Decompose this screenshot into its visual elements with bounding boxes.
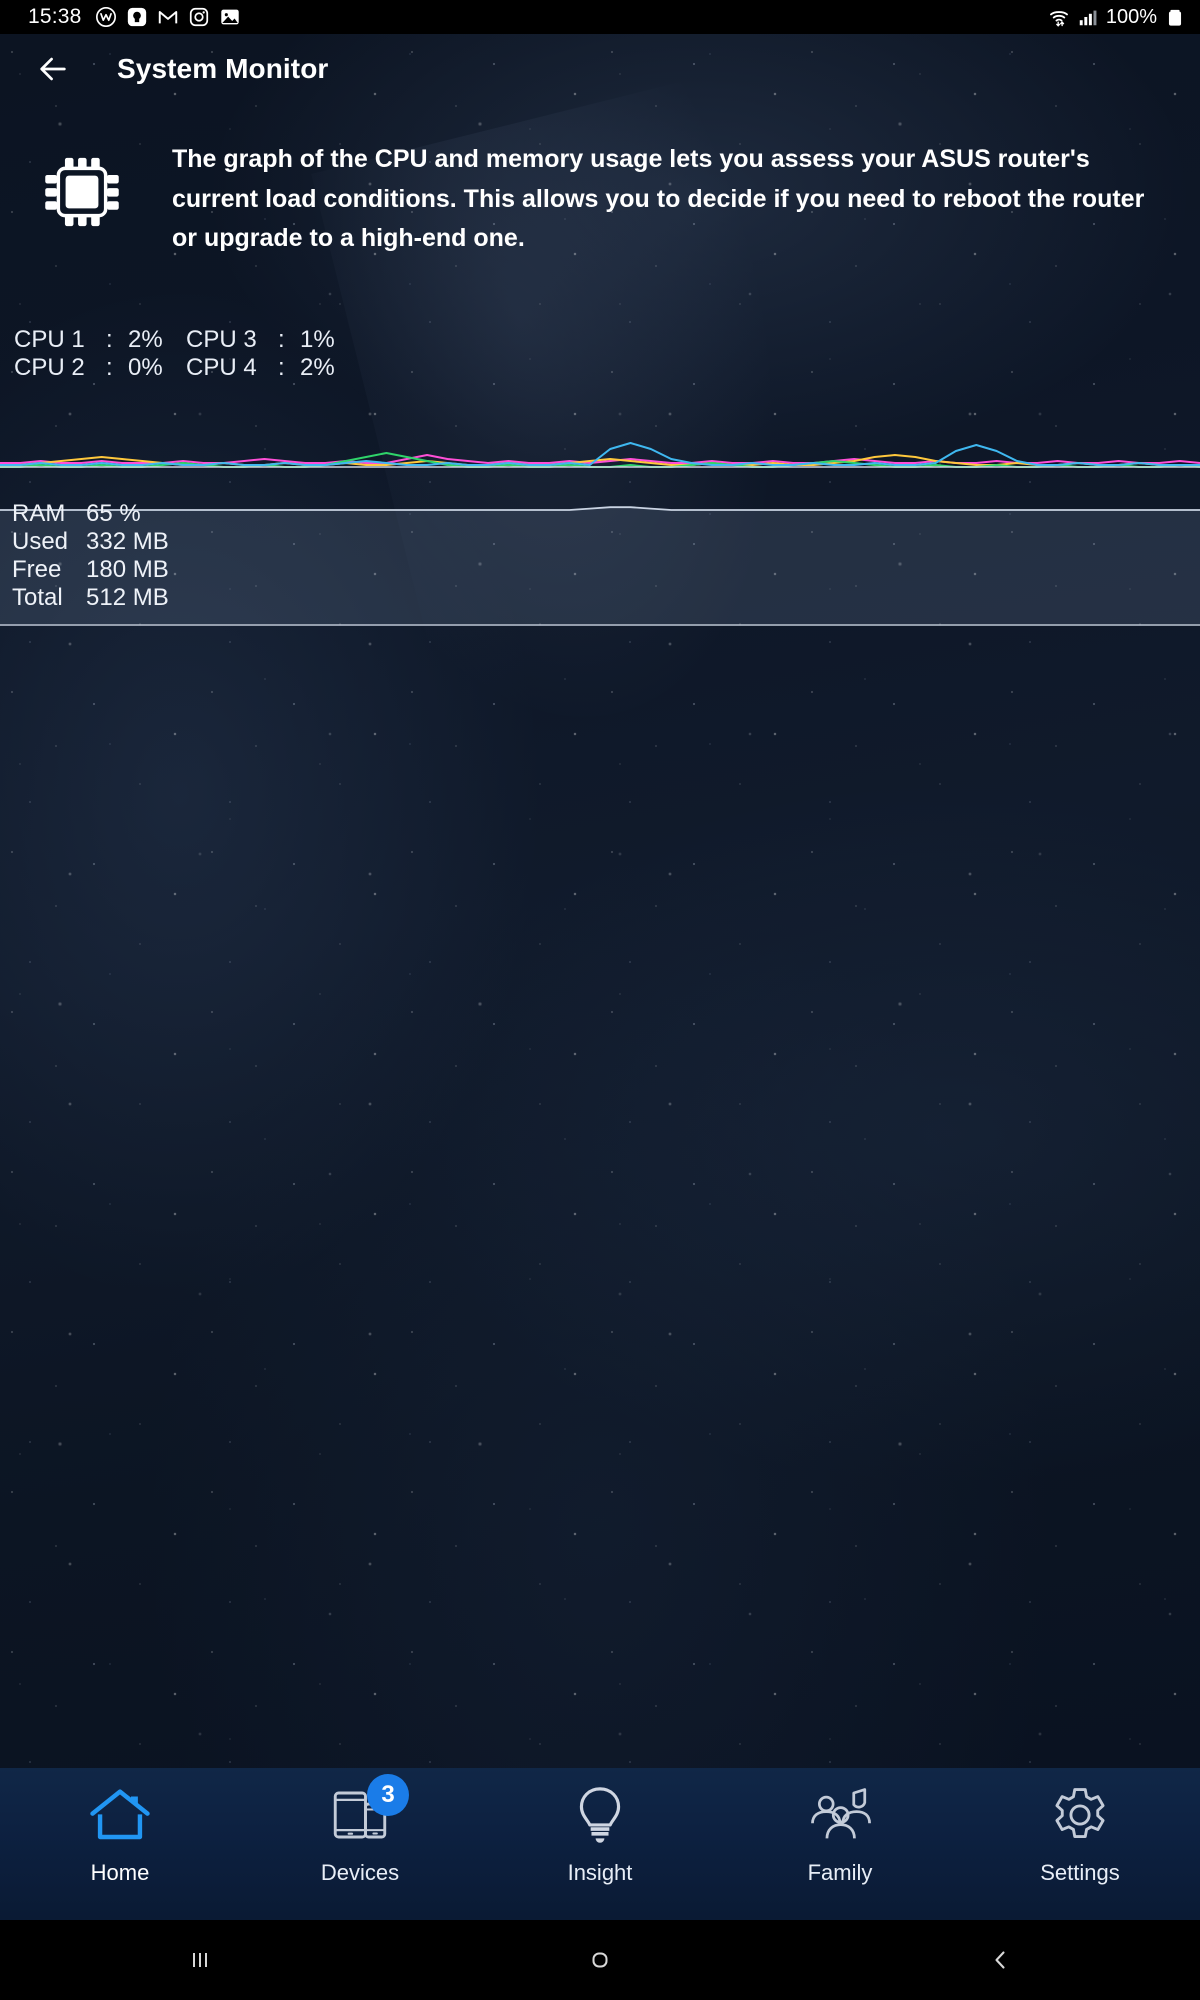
ram-used-value: 332 MB	[86, 528, 169, 555]
lightbulb-icon	[579, 1787, 621, 1843]
bottom-tab-bar: Home 3 Devices Insight Family Settings	[0, 1768, 1200, 1920]
cpu-core-3-label: CPU 3	[186, 326, 257, 353]
ram-usage-chart	[0, 498, 1200, 626]
cpu-core-2: CPU 2 : 0%	[14, 354, 186, 382]
description-text: The graph of the CPU and memory usage le…	[172, 145, 1145, 252]
devices-badge: 3	[367, 1774, 409, 1816]
ram-percent: 65 %	[86, 500, 141, 527]
cpu-core-4-colon: :	[278, 354, 285, 381]
ram-chart-svg	[0, 506, 1200, 626]
instagram-icon	[189, 7, 208, 27]
home-circle-icon	[592, 1952, 608, 1968]
home-icon	[90, 1789, 150, 1840]
cpu-core-2-label: CPU 2	[14, 354, 85, 381]
ram-free-label: Free	[12, 556, 62, 583]
tab-settings-icon-wrap	[1047, 1782, 1113, 1848]
recents-icon	[193, 1953, 207, 1967]
cpu-usage-chart	[0, 405, 1200, 475]
chat-bubble-icon	[127, 7, 146, 27]
battery-icon	[1168, 9, 1182, 26]
cellular-signal-icon	[1079, 10, 1097, 26]
ram-title-row: RAM 65 %	[12, 500, 169, 528]
status-bar-notification-icons	[95, 6, 241, 28]
cpu-core-1-value: 2%	[128, 326, 163, 353]
cpu-core-4-value: 2%	[300, 354, 335, 381]
cpu-core-4: CPU 4 : 2%	[186, 354, 335, 382]
back-arrow-icon[interactable]	[36, 52, 70, 86]
gmail-icon	[158, 10, 177, 24]
status-bar: 15:38 100%	[0, 0, 1200, 34]
cpu-core-2-value: 0%	[128, 354, 163, 381]
nav-recents-button[interactable]	[0, 1920, 400, 2000]
description-block: The graph of the CPU and memory usage le…	[0, 140, 1200, 259]
tab-insight[interactable]: Insight	[480, 1768, 720, 1920]
back-chevron-icon	[995, 1951, 1005, 1969]
status-bar-system-icons: 100%	[1048, 6, 1186, 29]
ram-free-row: Free 180 MB	[12, 556, 169, 584]
tab-insight-label: Insight	[567, 1860, 633, 1885]
nav-home-button[interactable]	[400, 1920, 800, 2000]
cpu-core-1-label: CPU 1	[14, 326, 85, 353]
ram-total-row: Total 512 MB	[12, 584, 169, 612]
ram-total-label: Total	[12, 584, 63, 611]
battery-percent-label: 100%	[1105, 5, 1157, 28]
phone-screen: 15:38 100% System Monitor The graph of t…	[0, 0, 1200, 2000]
ram-total-value: 512 MB	[86, 584, 169, 611]
cpu-core-3-colon: :	[278, 326, 285, 353]
cpu-stats-row: CPU 1 : 2% CPU 3 : 1%	[14, 326, 335, 354]
status-bar-clock: 15:38	[28, 5, 82, 28]
cpu-core-1: CPU 1 : 2%	[14, 326, 186, 354]
cpu-core-3-value: 1%	[300, 326, 335, 353]
ram-stats-list: RAM 65 % Used 332 MB Free 180 MB Total 5…	[12, 500, 169, 612]
tab-home-label: Home	[90, 1860, 150, 1885]
wifi-icon	[1049, 11, 1068, 27]
cpu-core-3: CPU 3 : 1%	[186, 326, 335, 354]
gallery-icon	[220, 9, 239, 25]
cpu-stats-list: CPU 1 : 2% CPU 3 : 1% CPU 2 : 0% CPU 4 :…	[14, 326, 335, 382]
gear-icon	[1055, 1788, 1105, 1839]
tab-devices-icon-wrap: 3	[327, 1774, 409, 1848]
starfield-layer-3	[0, 34, 1200, 1954]
tab-family-label: Family	[807, 1860, 873, 1885]
tab-settings-label: Settings	[1040, 1860, 1120, 1885]
tab-family[interactable]: Family	[720, 1768, 960, 1920]
cpu-chart-svg	[0, 442, 1200, 468]
android-nav-bar	[0, 1920, 1200, 2000]
family-icon	[811, 1788, 871, 1839]
workplace-icon	[95, 7, 116, 27]
ram-title: RAM	[12, 500, 66, 527]
cpu-core-4-label: CPU 4	[186, 354, 257, 381]
cpu-core-2-colon: :	[106, 354, 113, 381]
ram-chart-area-fill	[0, 507, 1200, 626]
page-title: System Monitor	[117, 53, 329, 84]
app-header: System Monitor	[0, 34, 1200, 104]
cpu-stats-row: CPU 2 : 0% CPU 4 : 2%	[14, 354, 335, 382]
cpu-core-1-colon: :	[106, 326, 113, 353]
tab-home[interactable]: Home	[0, 1768, 240, 1920]
tab-insight-icon-wrap	[567, 1782, 633, 1848]
tab-devices-label: Devices	[320, 1860, 400, 1885]
ram-free-value: 180 MB	[86, 556, 169, 583]
ram-used-label: Used	[12, 528, 69, 555]
cpu-chart-series	[0, 442, 1200, 468]
cpu-chip-icon	[45, 157, 119, 227]
tab-devices[interactable]: 3 Devices	[240, 1768, 480, 1920]
tab-family-icon-wrap	[807, 1782, 873, 1848]
tab-home-icon-wrap	[87, 1782, 153, 1848]
tab-settings[interactable]: Settings	[960, 1768, 1200, 1920]
nav-back-button[interactable]	[800, 1920, 1200, 2000]
wallpaper-background	[0, 34, 1200, 1954]
ram-used-row: Used 332 MB	[12, 528, 169, 556]
